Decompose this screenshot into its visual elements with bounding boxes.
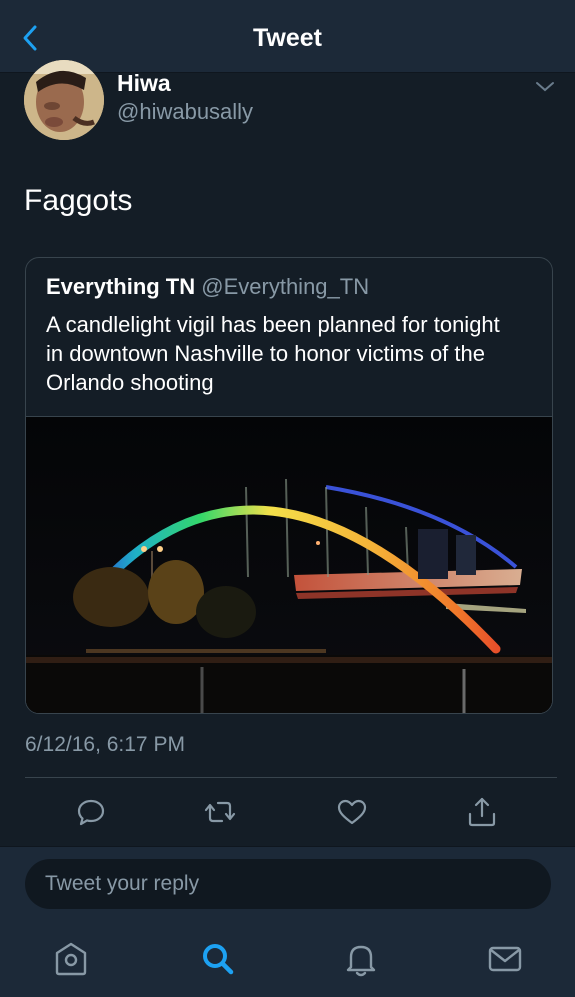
quoted-tweet-text: A candlelight vigil has been planned for… — [46, 312, 500, 395]
avatar[interactable] — [24, 60, 104, 140]
reply-icon[interactable] — [73, 794, 109, 830]
messages-icon[interactable] — [485, 939, 525, 979]
home-icon[interactable] — [51, 939, 91, 979]
chevron-down-icon[interactable] — [533, 78, 557, 96]
notifications-icon[interactable] — [341, 939, 381, 979]
bridge-photo — [26, 417, 552, 713]
avatar-image — [24, 60, 104, 140]
divider — [25, 777, 557, 778]
top-nav-bar: Tweet — [0, 0, 575, 73]
retweet-icon[interactable] — [202, 794, 238, 830]
author-handle[interactable]: @hiwabusally — [117, 99, 253, 125]
quoted-author-name: Everything TN — [46, 274, 196, 299]
share-icon[interactable] — [464, 794, 500, 830]
quoted-author-handle: @Everything_TN — [201, 274, 370, 299]
search-icon[interactable] — [198, 939, 238, 979]
tweet-text: Faggots — [24, 184, 133, 217]
author-name[interactable]: Hiwa — [117, 70, 171, 97]
quoted-tweet-card[interactable]: Everything TN @Everything_TN A candlelig… — [25, 257, 553, 714]
reply-input[interactable] — [25, 859, 551, 909]
quoted-tweet-header: Everything TN @Everything_TN — [46, 274, 369, 300]
page-title: Tweet — [253, 24, 322, 52]
like-icon[interactable] — [334, 794, 370, 830]
quoted-tweet-image[interactable] — [26, 416, 552, 713]
tweet-timestamp: 6/12/16, 6:17 PM — [25, 733, 185, 756]
